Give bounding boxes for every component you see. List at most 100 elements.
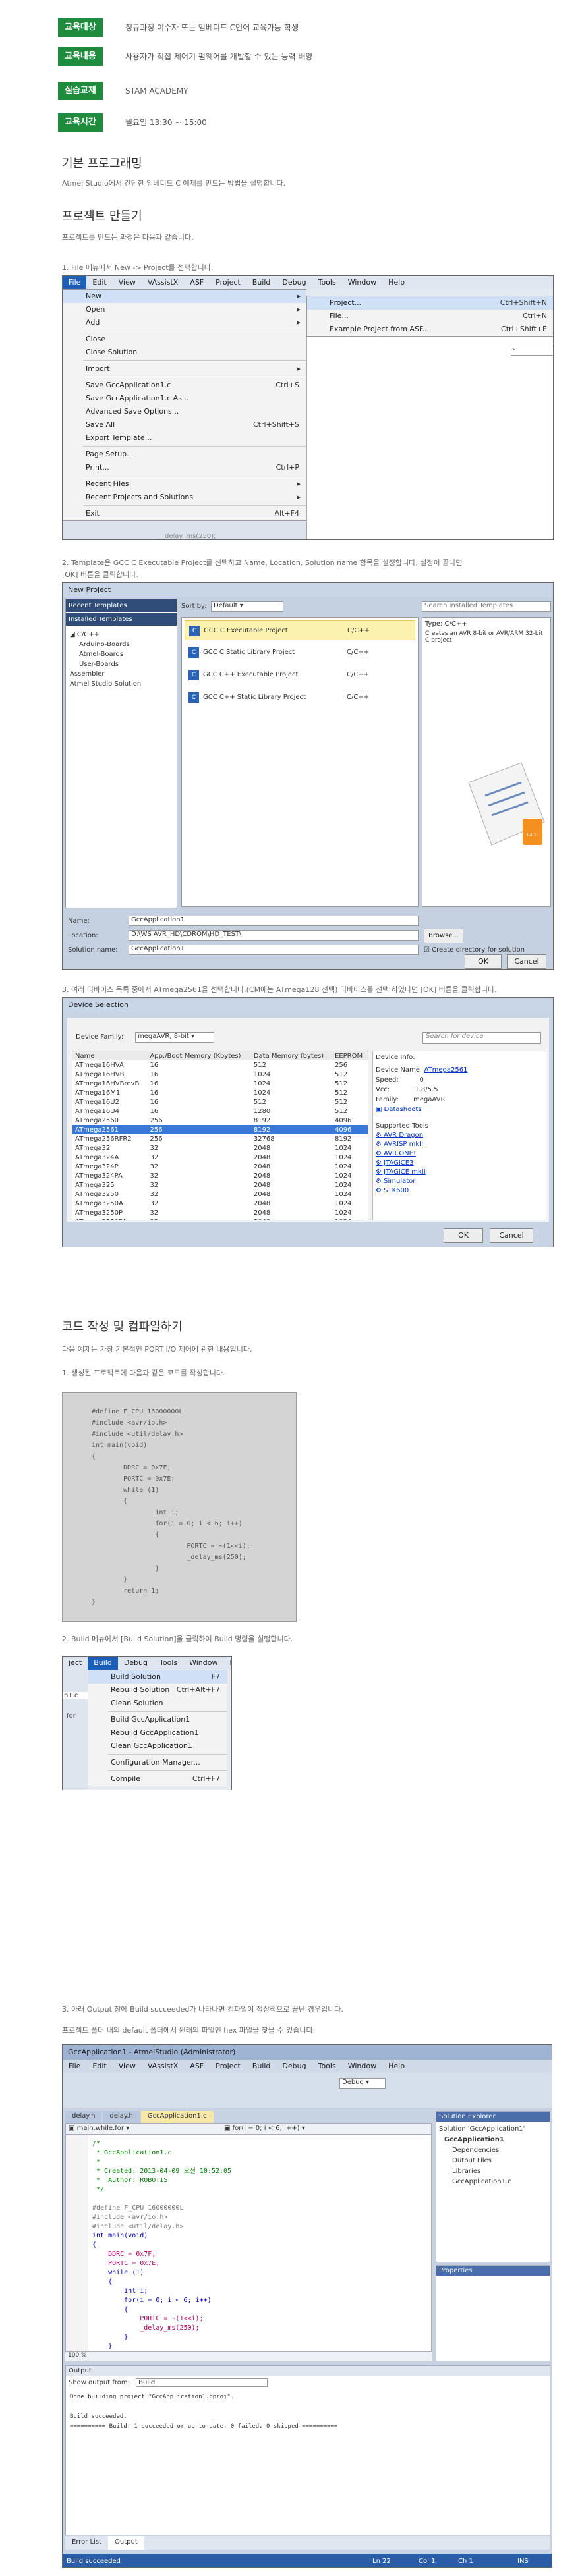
sortby-select[interactable]: Default ▾ <box>211 601 283 612</box>
column-header[interactable]: Data Memory (bytes) <box>250 1051 332 1060</box>
table-row[interactable]: ATmega3250P 32 2048 1024 <box>72 1208 368 1217</box>
tool-link[interactable]: ⚙ Simulator <box>376 1178 543 1185</box>
family-select[interactable]: megaAVR, 8-bit ▾ <box>135 1032 214 1043</box>
file-menu-item[interactable]: Recent Files ▸ <box>63 478 306 491</box>
table-row[interactable]: ATmega324A 32 2048 1024 <box>72 1153 368 1162</box>
tool-link[interactable]: ⚙ JTAGICE3 <box>376 1159 543 1166</box>
create-dir-checkbox[interactable]: ☑ Create directory for solution <box>424 946 525 954</box>
name-input[interactable]: GccApplication1 <box>129 916 419 926</box>
table-row[interactable]: ATmega16U2 16 512 512 <box>72 1097 368 1107</box>
tool-link[interactable]: ⚙ AVR Dragon <box>376 1132 543 1139</box>
tree-item[interactable]: Atmel Studio Solution <box>70 679 173 689</box>
table-row[interactable]: ATmega3250PA3220481024 <box>72 1217 368 1220</box>
solution-item[interactable]: Dependencies <box>439 2145 547 2156</box>
menu-help[interactable]: Help <box>382 2060 411 2073</box>
menu-file[interactable]: File <box>63 276 87 289</box>
menu-edit[interactable]: Edit <box>86 2060 112 2073</box>
template-item[interactable]: C GCC C Static Library Project C/C++ <box>185 643 415 663</box>
template-item[interactable]: C GCC C++ Executable Project C/C++ <box>185 665 415 685</box>
tool-link[interactable]: ⚙ STK600 <box>376 1187 543 1194</box>
table-row[interactable]: ATmega325 32 2048 1024 <box>72 1180 368 1190</box>
file-menu-item[interactable]: Save All Ctrl+Shift+S <box>63 418 306 431</box>
tree-item[interactable]: User-Boards <box>70 659 173 669</box>
menu-debug[interactable]: Debug <box>276 276 312 289</box>
editor-tab[interactable]: delay.h <box>65 2111 102 2123</box>
tool-link[interactable]: ⚙ AVRISP mkII <box>376 1141 543 1148</box>
file-menu-item[interactable]: Close <box>63 333 306 346</box>
recent-templates[interactable]: Recent Templates <box>66 599 177 612</box>
editor-tab[interactable]: GccApplication1.c <box>140 2111 214 2123</box>
menu-debug[interactable]: Debug <box>276 2060 312 2073</box>
build-menu-item[interactable]: Rebuild GccApplication1 <box>88 1726 227 1740</box>
menu-asf[interactable]: ASF <box>184 276 210 289</box>
bottom-tab[interactable]: Error List <box>65 2536 108 2550</box>
menu-view[interactable]: View <box>113 2060 142 2073</box>
file-menu-item[interactable]: Close Solution <box>63 346 306 359</box>
nav-right[interactable]: ▣ for(i = 0; i < 6; i++) ▾ <box>224 2125 305 2132</box>
new-menu-item[interactable]: Project... Ctrl+Shift+N <box>307 296 553 310</box>
table-row[interactable]: ATmega32 32 2048 1024 <box>72 1143 368 1153</box>
menu-tools[interactable]: Tools <box>312 2060 342 2073</box>
code-editor[interactable]: /* * GccApplication1.c * * Created: 2013… <box>65 2135 432 2352</box>
solution-item[interactable]: Output Files <box>439 2156 547 2166</box>
build-menu-item[interactable]: Clean Solution <box>88 1697 227 1710</box>
tree-item[interactable]: Assembler <box>70 669 173 679</box>
menu-window[interactable]: Window <box>342 276 382 289</box>
build-menu-item[interactable]: Configuration Manager... <box>88 1756 227 1769</box>
table-row[interactable]: ATmega324PA 32 2048 1024 <box>72 1171 368 1180</box>
table-row[interactable]: ATmega16HVB 16 1024 512 <box>72 1070 368 1079</box>
menu-project[interactable]: Project <box>210 276 246 289</box>
file-menu-item[interactable]: Export Template... <box>63 431 306 445</box>
device-search[interactable]: Search for device <box>422 1032 541 1044</box>
nav-left[interactable]: ▣ main.while.for ▾ <box>69 2125 129 2132</box>
build-menu-item[interactable]: Build Solution F7 <box>88 1670 227 1684</box>
output-source-select[interactable]: Build <box>136 2378 268 2387</box>
table-row[interactable]: ATmega16M1 16 1024 512 <box>72 1088 368 1097</box>
ok-button[interactable]: OK <box>465 954 502 969</box>
build-menu-item[interactable]: Rebuild Solution Ctrl+Alt+F7 <box>88 1684 227 1697</box>
column-header[interactable]: App./Boot Memory (Kbytes) <box>147 1051 251 1060</box>
file-menu-item[interactable]: Open ▸ <box>63 303 306 316</box>
solution-item[interactable]: GccApplication1.c <box>439 2177 547 2187</box>
menu-ject[interactable]: ject <box>63 1657 88 1670</box>
menu-tools[interactable]: Tools <box>312 276 342 289</box>
table-row[interactable]: ATmega2561 256 8192 4096 <box>72 1125 368 1134</box>
menu-build[interactable]: Build <box>246 276 277 289</box>
menu-vassistx[interactable]: VAssistX <box>142 276 184 289</box>
build-menu-item[interactable]: Build GccApplication1 <box>88 1713 227 1726</box>
menu-window[interactable]: Window <box>342 2060 382 2073</box>
menu-view[interactable]: View <box>113 276 142 289</box>
table-row[interactable]: ATmega16HVBrevB 16 1024 512 <box>72 1079 368 1088</box>
menu-help[interactable]: Help <box>223 1657 231 1670</box>
menu-asf[interactable]: ASF <box>184 2060 210 2073</box>
template-item[interactable]: C GCC C++ Static Library Project C/C++ <box>185 688 415 707</box>
column-header[interactable]: Name <box>72 1051 148 1060</box>
tree-item[interactable]: Arduino-Boards <box>70 640 173 649</box>
location-input[interactable]: D:\WS AVR_HD\CDROM\HD_TEST\ <box>129 930 419 941</box>
browse-button[interactable]: Browse... <box>424 929 463 943</box>
new-menu-item[interactable]: Example Project from ASF... Ctrl+Shift+E <box>307 323 553 336</box>
ok-button[interactable]: OK <box>444 1228 483 1243</box>
file-menu-item[interactable]: Import ▸ <box>63 362 306 375</box>
menu-tools[interactable]: Tools <box>154 1657 183 1670</box>
column-header[interactable]: EEPROM <box>332 1051 368 1060</box>
solution-item[interactable]: Solution 'GccApplication1' <box>439 2124 547 2135</box>
template-search[interactable]: Search Installed Templates <box>422 601 551 612</box>
file-menu-item[interactable]: Recent Projects and Solutions ▸ <box>63 491 306 504</box>
menu-edit[interactable]: Edit <box>86 276 112 289</box>
file-menu-item[interactable]: Print... Ctrl+P <box>63 461 306 474</box>
tool-link[interactable]: ⚙ AVR ONE! <box>376 1150 543 1157</box>
tree-item[interactable]: Atmel-Boards <box>70 649 173 659</box>
template-item[interactable]: C GCC C Executable Project C/C++ <box>185 620 415 640</box>
file-menu-item[interactable]: Exit Alt+F4 <box>63 507 306 520</box>
file-menu-item[interactable]: Save GccApplication1.c Ctrl+S <box>63 379 306 392</box>
new-menu-item[interactable]: File... Ctrl+N <box>307 310 553 323</box>
table-row[interactable]: ATmega256RFR2 256 32768 8192 <box>72 1134 368 1143</box>
table-row[interactable]: ATmega3250 32 2048 1024 <box>72 1190 368 1199</box>
build-menu-item[interactable]: Compile Ctrl+F7 <box>88 1772 227 1786</box>
menu-vassistx[interactable]: VAssistX <box>142 2060 184 2073</box>
config-select[interactable]: Debug ▾ <box>339 2078 386 2089</box>
search-box[interactable]: ⌕ <box>511 344 553 356</box>
installed-templates[interactable]: Installed Templates <box>66 613 177 626</box>
file-menu-item[interactable]: Advanced Save Options... <box>63 405 306 418</box>
